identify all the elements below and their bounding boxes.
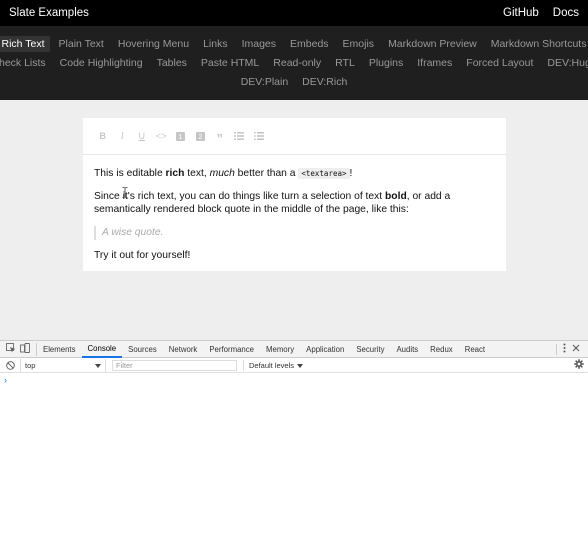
nav-images[interactable]: Images [237, 36, 281, 52]
console-toolbar: top Filter Default levels [0, 358, 588, 373]
nav-dev-huge[interactable]: DEV:Huge [542, 55, 588, 71]
device-toolbar-icon[interactable] [20, 343, 30, 355]
context-value: top [25, 360, 36, 370]
code-icon[interactable]: <> [152, 128, 172, 144]
nav-links[interactable]: Links [198, 36, 233, 52]
nav-emojis[interactable]: Emojis [338, 36, 380, 52]
console-filter-input[interactable]: Filter [112, 359, 237, 371]
nav-paste-html[interactable]: Paste HTML [196, 55, 264, 71]
console-settings-gear-icon[interactable] [574, 359, 584, 371]
nav-rtl[interactable]: RTL [330, 55, 360, 71]
dropdown-arrow-icon [297, 361, 304, 370]
heading-two-label: 2 [198, 134, 202, 141]
site-title[interactable]: Slate Examples [9, 7, 89, 19]
nav-rich-text[interactable]: Rich Text [0, 35, 50, 52]
format-bold-icon[interactable]: B [93, 128, 113, 144]
heading-one-label: 1 [179, 134, 183, 141]
nav-markdown-preview[interactable]: Markdown Preview [383, 36, 482, 52]
inspect-element-icon[interactable] [6, 343, 16, 355]
devtools-right-controls [556, 343, 588, 356]
examples-nav: Rich Text Plain Text Hovering Menu Links… [0, 26, 588, 100]
divider [556, 343, 557, 355]
editor-toolbar: B I U <> 1 2 ” [83, 118, 506, 155]
log-levels-dropdown[interactable]: Default levels [243, 359, 304, 371]
nav-read-only[interactable]: Read-only [268, 55, 326, 71]
log-levels-label: Default levels [249, 360, 295, 370]
block-quote: A wise quote. [94, 225, 495, 240]
nav-iframes[interactable]: Iframes [412, 55, 457, 71]
tab-sources[interactable]: Sources [122, 341, 163, 358]
heading-one-icon[interactable]: 1 [171, 128, 191, 144]
nav-row-3: DEV:Plain DEV:Rich [0, 72, 588, 91]
nav-plain-text[interactable]: Plain Text [54, 36, 109, 52]
format-italic-icon[interactable]: I [113, 128, 133, 144]
header-links: GitHub Docs [503, 7, 579, 19]
nav-row-1: Rich Text Plain Text Hovering Menu Links… [0, 34, 588, 53]
context-selector[interactable]: top [20, 358, 106, 372]
example-stage: B I U <> 1 2 ” This is editable rich tex… [0, 100, 588, 340]
console-prompt[interactable]: › [0, 373, 588, 387]
tab-application[interactable]: Application [300, 341, 350, 358]
tab-elements[interactable]: Elements [37, 341, 82, 358]
tab-security[interactable]: Security [350, 341, 390, 358]
paragraph-1: This is editable rich text, much better … [94, 168, 353, 179]
nav-forced-layout[interactable]: Forced Layout [461, 55, 538, 71]
heading-two-icon[interactable]: 2 [191, 128, 211, 144]
rich-text-editor: B I U <> 1 2 ” This is editable rich tex… [83, 118, 506, 271]
tab-react[interactable]: React [459, 341, 491, 358]
tab-network[interactable]: Network [163, 341, 204, 358]
dropdown-arrow-icon [95, 361, 101, 370]
nav-row-2: Check Lists Code Highlighting Tables Pas… [0, 53, 588, 72]
numbered-list-icon[interactable] [230, 128, 250, 144]
nav-markdown-shortcuts[interactable]: Markdown Shortcuts [486, 36, 588, 52]
tab-memory[interactable]: Memory [260, 341, 300, 358]
nav-embeds[interactable]: Embeds [285, 36, 334, 52]
text-cursor-icon [122, 187, 128, 198]
nav-code-highlighting[interactable]: Code Highlighting [55, 55, 148, 71]
github-link[interactable]: GitHub [503, 7, 539, 19]
devtools-tabbar: Elements Console Sources Network Perform… [0, 341, 588, 358]
editor-content[interactable]: This is editable rich text, much better … [83, 155, 506, 262]
tab-audits[interactable]: Audits [390, 341, 424, 358]
docs-link[interactable]: Docs [553, 7, 579, 19]
bulleted-list-icon[interactable] [249, 128, 269, 144]
paragraph-2: Since it's rich text, you can do things … [94, 190, 451, 216]
nav-dev-plain[interactable]: DEV:Plain [236, 74, 293, 90]
clear-console-icon[interactable] [0, 360, 20, 370]
quote-icon[interactable]: ” [210, 128, 230, 145]
nav-check-lists[interactable]: Check Lists [0, 55, 51, 71]
nav-dev-rich[interactable]: DEV:Rich [297, 74, 352, 90]
site-header: Slate Examples GitHub Docs [0, 0, 588, 26]
close-devtools-icon[interactable] [572, 344, 580, 354]
tab-performance[interactable]: Performance [203, 341, 260, 358]
nav-plugins[interactable]: Plugins [364, 55, 408, 71]
tab-redux[interactable]: Redux [424, 341, 459, 358]
devtools-panel: Elements Console Sources Network Perform… [0, 340, 588, 540]
format-underline-icon[interactable]: U [132, 128, 152, 144]
nav-hovering-menu[interactable]: Hovering Menu [113, 36, 194, 52]
tab-console[interactable]: Console [81, 341, 123, 358]
paragraph-3: Try it out for yourself! [94, 249, 191, 261]
more-options-icon[interactable] [563, 343, 566, 355]
nav-tables[interactable]: Tables [152, 55, 192, 71]
devtools-tool-icons [0, 342, 37, 356]
inline-code: <textarea> [298, 168, 350, 179]
